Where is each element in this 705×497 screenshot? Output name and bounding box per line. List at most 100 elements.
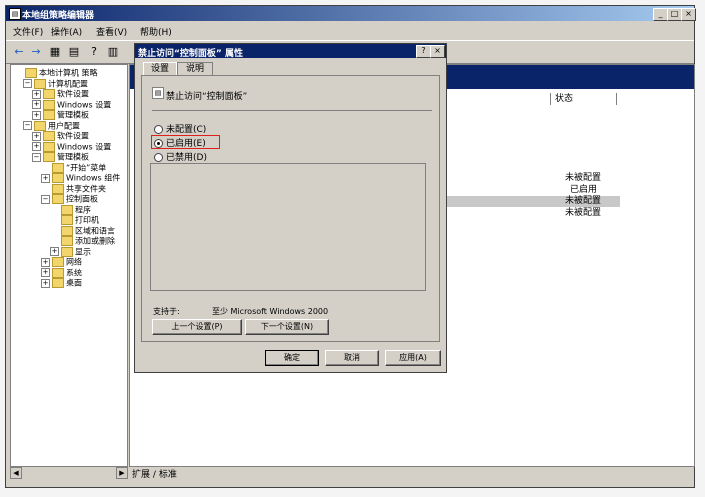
window-titlebar[interactable]: ▤ 本地组策略编辑器 _ □ × bbox=[6, 6, 696, 21]
tree-item-label: 系统 bbox=[66, 268, 82, 277]
supported-value: 至少 Microsoft Windows 2000 bbox=[212, 307, 329, 316]
menu-help[interactable]: 帮助(H) bbox=[140, 25, 172, 38]
radio-disabled[interactable]: 已禁用(D) bbox=[154, 150, 207, 163]
radio-icon bbox=[154, 153, 163, 162]
radio-not-configured[interactable]: 未配置(C) bbox=[154, 122, 206, 135]
tree-item[interactable]: + 软件设置 bbox=[32, 89, 89, 100]
cancel-button[interactable]: 取消 bbox=[325, 350, 379, 366]
tree-item[interactable]: 程序 bbox=[50, 204, 91, 216]
folder-icon bbox=[61, 204, 73, 215]
folder-icon bbox=[43, 131, 55, 141]
column-divider bbox=[616, 93, 617, 105]
next-setting-button[interactable]: 下一个设置(N) bbox=[245, 319, 329, 335]
expand-icon[interactable]: + bbox=[41, 173, 50, 183]
expand-icon[interactable]: + bbox=[32, 89, 41, 99]
menu-action[interactable]: 操作(A) bbox=[51, 25, 82, 38]
tab-standard[interactable]: 标准 bbox=[159, 470, 177, 480]
policy-tree[interactable]: 本地计算机 策略 − 计算机配置 + 软件设置 + Windows 设置 + 管理模板 − 用户配置… bbox=[10, 64, 128, 467]
expand-icon[interactable]: + bbox=[32, 131, 41, 141]
window-title: 本地组策略编辑器 bbox=[22, 11, 95, 21]
apply-button[interactable]: 应用(A) bbox=[385, 350, 441, 366]
folder-icon bbox=[52, 162, 64, 173]
tab-extend[interactable]: 扩展 bbox=[132, 470, 150, 480]
folder-icon bbox=[43, 141, 55, 152]
dialog-titlebar[interactable]: 禁止访问“控制面板” 属性 ? × bbox=[135, 44, 446, 59]
tree-item[interactable]: “开始”菜单 bbox=[41, 162, 106, 174]
tree-item[interactable]: − 控制面板 bbox=[41, 194, 98, 205]
tree-item[interactable]: − 计算机配置 bbox=[23, 78, 88, 90]
tree-item[interactable]: + 系统 bbox=[41, 267, 82, 279]
tree-item-label: 打印机 bbox=[75, 215, 99, 225]
export-list-icon[interactable]: ▥ bbox=[105, 44, 121, 59]
back-icon[interactable]: ← bbox=[11, 44, 27, 59]
column-header-status[interactable]: 状态 bbox=[550, 93, 621, 105]
options-area bbox=[150, 163, 426, 291]
folder-icon bbox=[61, 215, 73, 225]
ok-button[interactable]: 确定 bbox=[265, 350, 319, 366]
app-icon: ▤ bbox=[9, 8, 21, 20]
tab-settings[interactable]: 设置 bbox=[143, 62, 177, 76]
tree-item-label: 软件设置 bbox=[57, 131, 89, 141]
radio-enabled[interactable]: 已启用(E) bbox=[154, 136, 206, 149]
close-button[interactable]: × bbox=[681, 8, 696, 21]
tree-item[interactable]: + 软件设置 bbox=[32, 131, 89, 142]
menu-file[interactable]: 文件(F) bbox=[13, 25, 43, 38]
collapse-icon[interactable]: − bbox=[23, 79, 32, 88]
dialog-help-button[interactable]: ? bbox=[416, 45, 431, 58]
expand-icon[interactable]: + bbox=[41, 268, 50, 277]
radio-icon bbox=[154, 125, 163, 134]
tree-item[interactable]: + Windows 组件 bbox=[41, 173, 120, 184]
tree-item[interactable]: + 管理模板 bbox=[32, 110, 89, 121]
scroll-left-icon[interactable]: ◀ bbox=[10, 467, 22, 479]
radio-label: 已启用(E) bbox=[166, 139, 206, 149]
tree-item-label: 显示 bbox=[75, 247, 91, 256]
tree-item[interactable]: − 管理模板 bbox=[32, 152, 89, 163]
tree-item[interactable]: − 用户配置 bbox=[23, 120, 80, 132]
tree-item[interactable]: + Windows 设置 bbox=[32, 141, 111, 153]
minimize-button[interactable]: _ bbox=[653, 8, 668, 21]
previous-setting-button[interactable]: 上一个设置(P) bbox=[152, 319, 242, 335]
tree-item[interactable]: 添加或删除 bbox=[50, 236, 115, 247]
tree-item[interactable]: + 桌面 bbox=[41, 278, 82, 289]
collapse-icon[interactable]: − bbox=[23, 121, 32, 130]
tree-item-label: Windows 组件 bbox=[66, 173, 121, 183]
folder-icon bbox=[52, 267, 64, 278]
radio-label: 已禁用(D) bbox=[166, 153, 207, 163]
folder-icon bbox=[52, 194, 64, 204]
show-tree-icon[interactable]: ▦ bbox=[47, 44, 63, 59]
folder-icon bbox=[43, 152, 55, 162]
tree-item-label: 网络 bbox=[66, 257, 82, 267]
tree-item-label: 控制面板 bbox=[66, 194, 98, 204]
properties-icon[interactable]: ▤ bbox=[66, 44, 82, 59]
tree-item[interactable]: 打印机 bbox=[50, 215, 99, 226]
tree-item[interactable]: + Windows 设置 bbox=[32, 99, 111, 111]
status-value: 已启用 bbox=[570, 185, 598, 195]
tree-item-label: 软件设置 bbox=[57, 89, 89, 99]
expand-icon[interactable]: + bbox=[41, 278, 50, 288]
tree-item-label: 程序 bbox=[75, 205, 91, 214]
help-icon[interactable]: ? bbox=[86, 44, 102, 59]
folder-icon bbox=[61, 225, 73, 236]
tree-item-label: 管理模板 bbox=[57, 110, 89, 120]
dialog-close-button[interactable]: × bbox=[430, 45, 445, 58]
maximize-button[interactable]: □ bbox=[667, 8, 682, 21]
expand-icon[interactable]: + bbox=[32, 110, 41, 120]
collapse-icon[interactable]: − bbox=[41, 194, 50, 204]
tree-horizontal-scrollbar[interactable]: ◀ ▶ bbox=[10, 467, 128, 479]
tab-explain[interactable]: 说明 bbox=[177, 62, 213, 76]
tree-item[interactable]: 本地计算机 策略 bbox=[14, 68, 98, 79]
expand-icon[interactable]: + bbox=[32, 142, 41, 151]
tree-item[interactable]: + 网络 bbox=[41, 257, 82, 268]
expand-icon[interactable]: + bbox=[32, 100, 41, 109]
expand-icon[interactable]: + bbox=[41, 257, 50, 267]
tree-item[interactable]: + 显示 bbox=[50, 246, 91, 258]
menu-view[interactable]: 查看(V) bbox=[96, 25, 127, 38]
forward-icon[interactable]: → bbox=[28, 44, 44, 59]
tree-item-label: 区域和语言 bbox=[75, 226, 115, 235]
tree-item[interactable]: 区域和语言 bbox=[50, 225, 115, 237]
tree-item[interactable]: 共享文件夹 bbox=[41, 183, 106, 195]
folder-icon bbox=[43, 89, 55, 99]
scroll-right-icon[interactable]: ▶ bbox=[116, 467, 128, 479]
expand-icon[interactable]: + bbox=[50, 247, 59, 256]
collapse-icon[interactable]: − bbox=[32, 152, 41, 162]
